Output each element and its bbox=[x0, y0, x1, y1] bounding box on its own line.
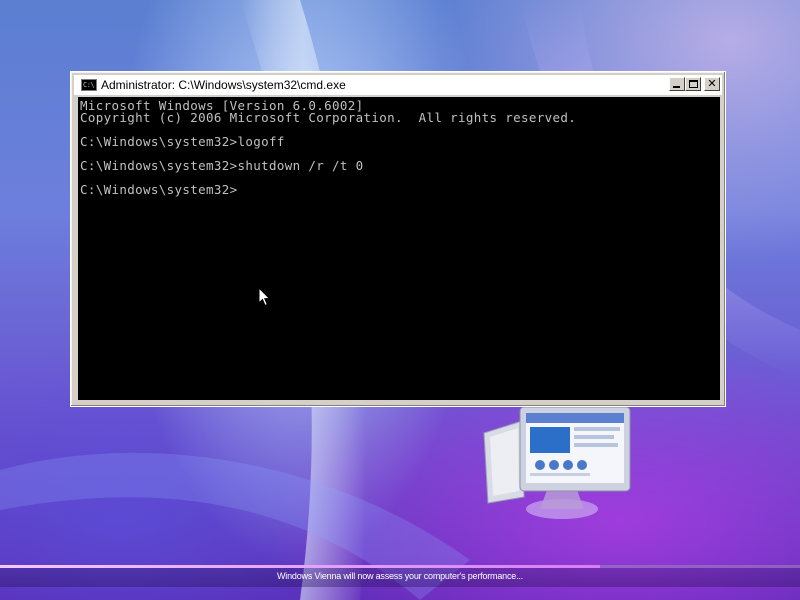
desktop-background: { "window": { "title": "Administrator: C… bbox=[0, 0, 800, 600]
minimize-icon bbox=[673, 86, 680, 88]
minimize-button[interactable] bbox=[669, 77, 685, 91]
console-line: Copyright (c) 2006 Microsoft Corporation… bbox=[80, 110, 577, 125]
close-icon: ✕ bbox=[707, 77, 717, 90]
title-bar[interactable]: C:\ Administrator: C:\Windows\system32\c… bbox=[74, 75, 722, 95]
console-output[interactable]: Microsoft Windows [Version 6.0.6002] Cop… bbox=[78, 97, 720, 400]
close-button[interactable]: ✕ bbox=[704, 77, 720, 91]
console-line: C:\Windows\system32>shutdown /r /t 0 bbox=[80, 158, 364, 173]
cmd-icon-label: C:\ bbox=[83, 81, 95, 89]
window-title: Administrator: C:\Windows\system32\cmd.e… bbox=[101, 78, 346, 92]
console-prompt: C:\Windows\system32> bbox=[80, 182, 238, 197]
maximize-button[interactable] bbox=[685, 77, 701, 91]
status-message: Windows Vienna will now assess your comp… bbox=[277, 571, 523, 581]
progress-bar bbox=[0, 565, 800, 568]
mouse-pointer-icon bbox=[258, 287, 271, 307]
maximize-icon bbox=[689, 80, 698, 88]
monitor-illustration bbox=[483, 406, 631, 519]
cmd-window: C:\ Administrator: C:\Windows\system32\c… bbox=[70, 71, 726, 407]
console-line: C:\Windows\system32>logoff bbox=[80, 134, 285, 149]
progress-fill bbox=[0, 565, 600, 568]
cmd-icon[interactable]: C:\ bbox=[81, 79, 97, 91]
